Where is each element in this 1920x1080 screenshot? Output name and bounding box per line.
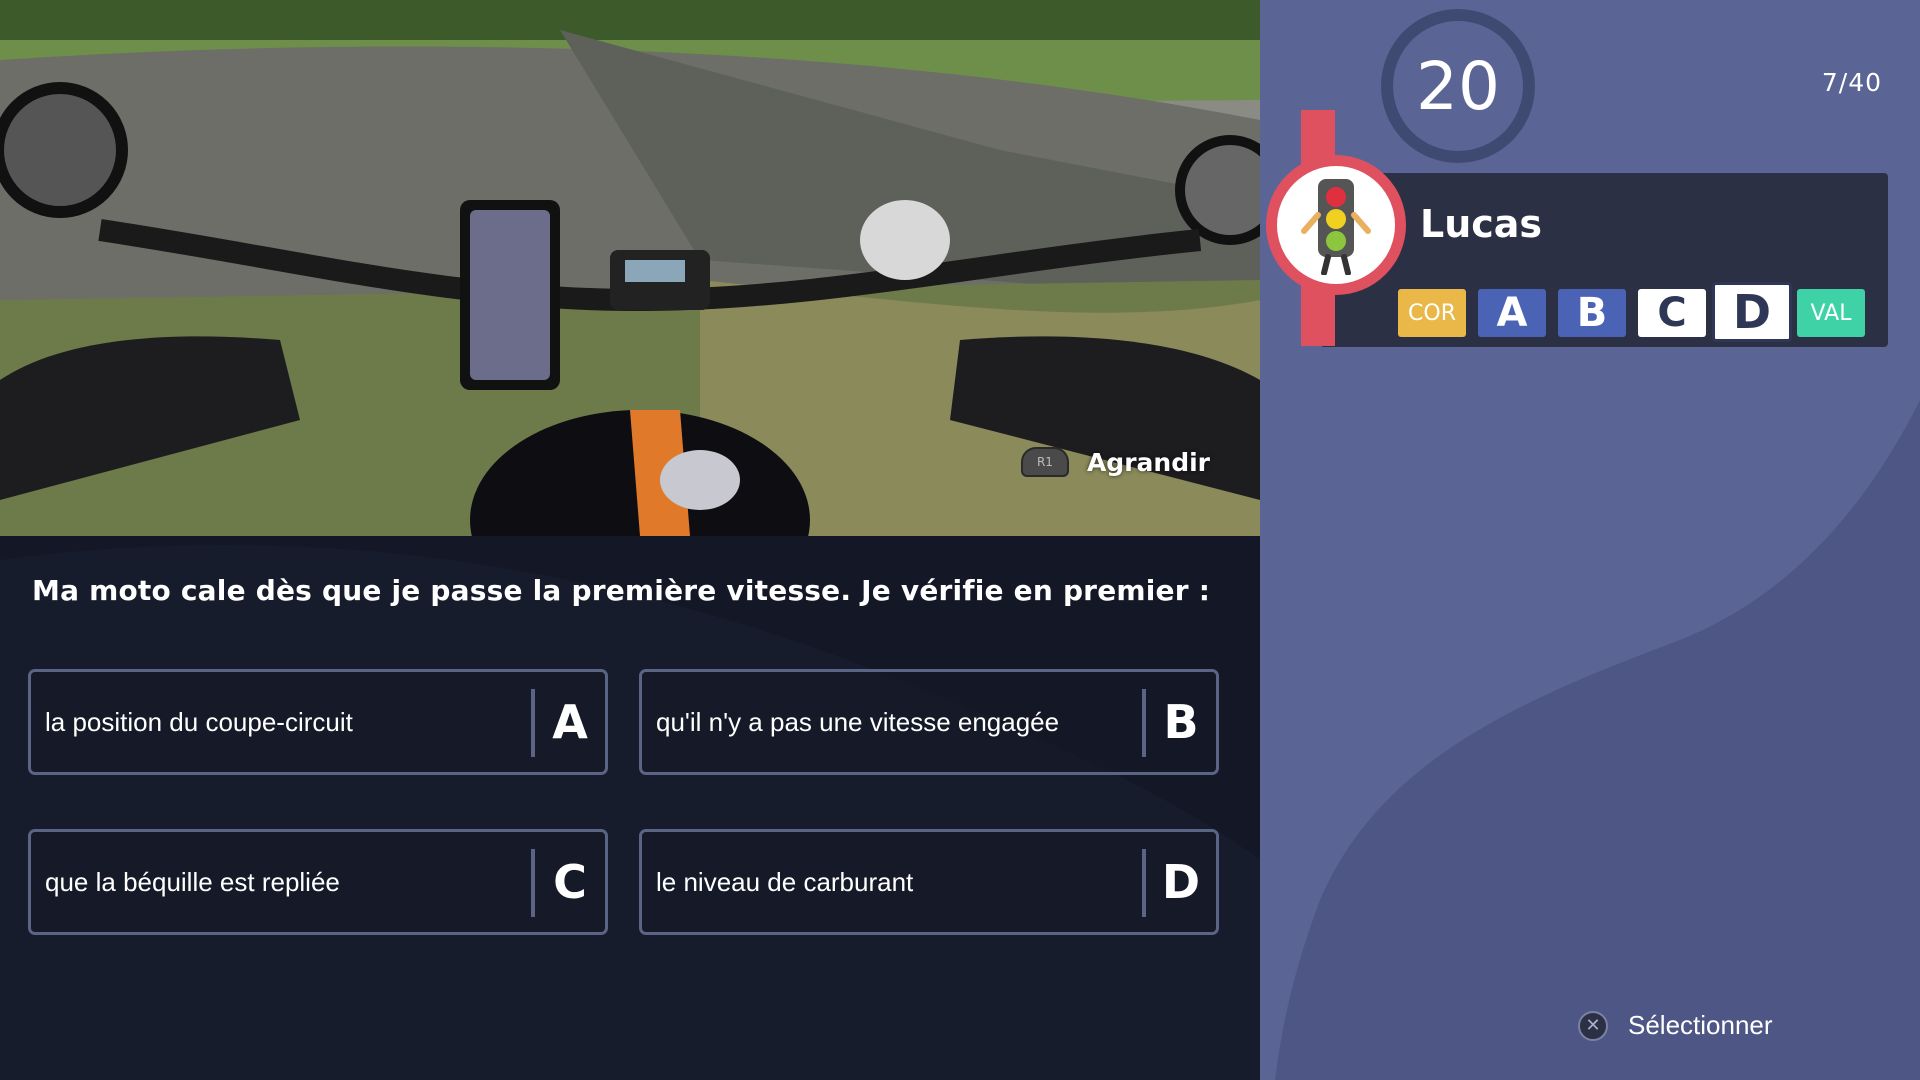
answer-key-b[interactable]: B — [1558, 289, 1626, 337]
question-counter: 7/40 — [1821, 68, 1882, 97]
answer-key-d-selected[interactable]: D — [1712, 282, 1792, 342]
traffic-light-icon — [1301, 179, 1371, 275]
player-panel: 20 7/40 Lucas COR A B C D VAL ✕ Sélectio… — [1260, 0, 1920, 1080]
select-hint[interactable]: ✕ Sélectionner — [1578, 1010, 1773, 1041]
quiz-area: R1 Agrandir Ma moto cale dès que je pass… — [0, 0, 1260, 1080]
answer-letter: B — [1163, 695, 1199, 749]
answer-letter: C — [553, 855, 587, 909]
answer-option-c[interactable]: que la béquille est repliée C — [28, 829, 608, 935]
question-text: Ma moto cale dès que je passe la premièr… — [32, 574, 1211, 607]
enlarge-control[interactable]: R1 Agrandir — [1020, 447, 1210, 477]
question-photo: R1 Agrandir — [0, 0, 1260, 536]
player-avatar — [1266, 155, 1406, 295]
player-name: Lucas — [1420, 202, 1543, 246]
timer-value: 20 — [1393, 21, 1523, 151]
cross-button-icon: ✕ — [1578, 1010, 1608, 1041]
answer-text: le niveau de carburant — [656, 866, 914, 897]
answer-option-b[interactable]: qu'il n'y a pas une vitesse engagée B — [639, 669, 1219, 775]
answer-letter: A — [552, 695, 588, 749]
answer-text: que la béquille est repliée — [45, 866, 340, 897]
answer-option-a[interactable]: la position du coupe-circuit A — [28, 669, 608, 775]
enlarge-label: Agrandir — [1086, 447, 1210, 477]
answer-key-a[interactable]: A — [1478, 289, 1546, 337]
validate-key[interactable]: VAL — [1797, 289, 1865, 337]
answer-letter: D — [1161, 855, 1201, 909]
answer-text: qu'il n'y a pas une vitesse engagée — [656, 706, 1060, 737]
answer-option-d[interactable]: le niveau de carburant D — [639, 829, 1219, 935]
answer-text: la position du coupe-circuit — [45, 706, 353, 737]
answer-key-c[interactable]: C — [1638, 289, 1706, 337]
select-label: Sélectionner — [1628, 1010, 1773, 1040]
r1-button-icon: R1 — [1020, 447, 1069, 477]
correct-key[interactable]: COR — [1398, 289, 1466, 337]
timer: 20 — [1381, 9, 1535, 163]
